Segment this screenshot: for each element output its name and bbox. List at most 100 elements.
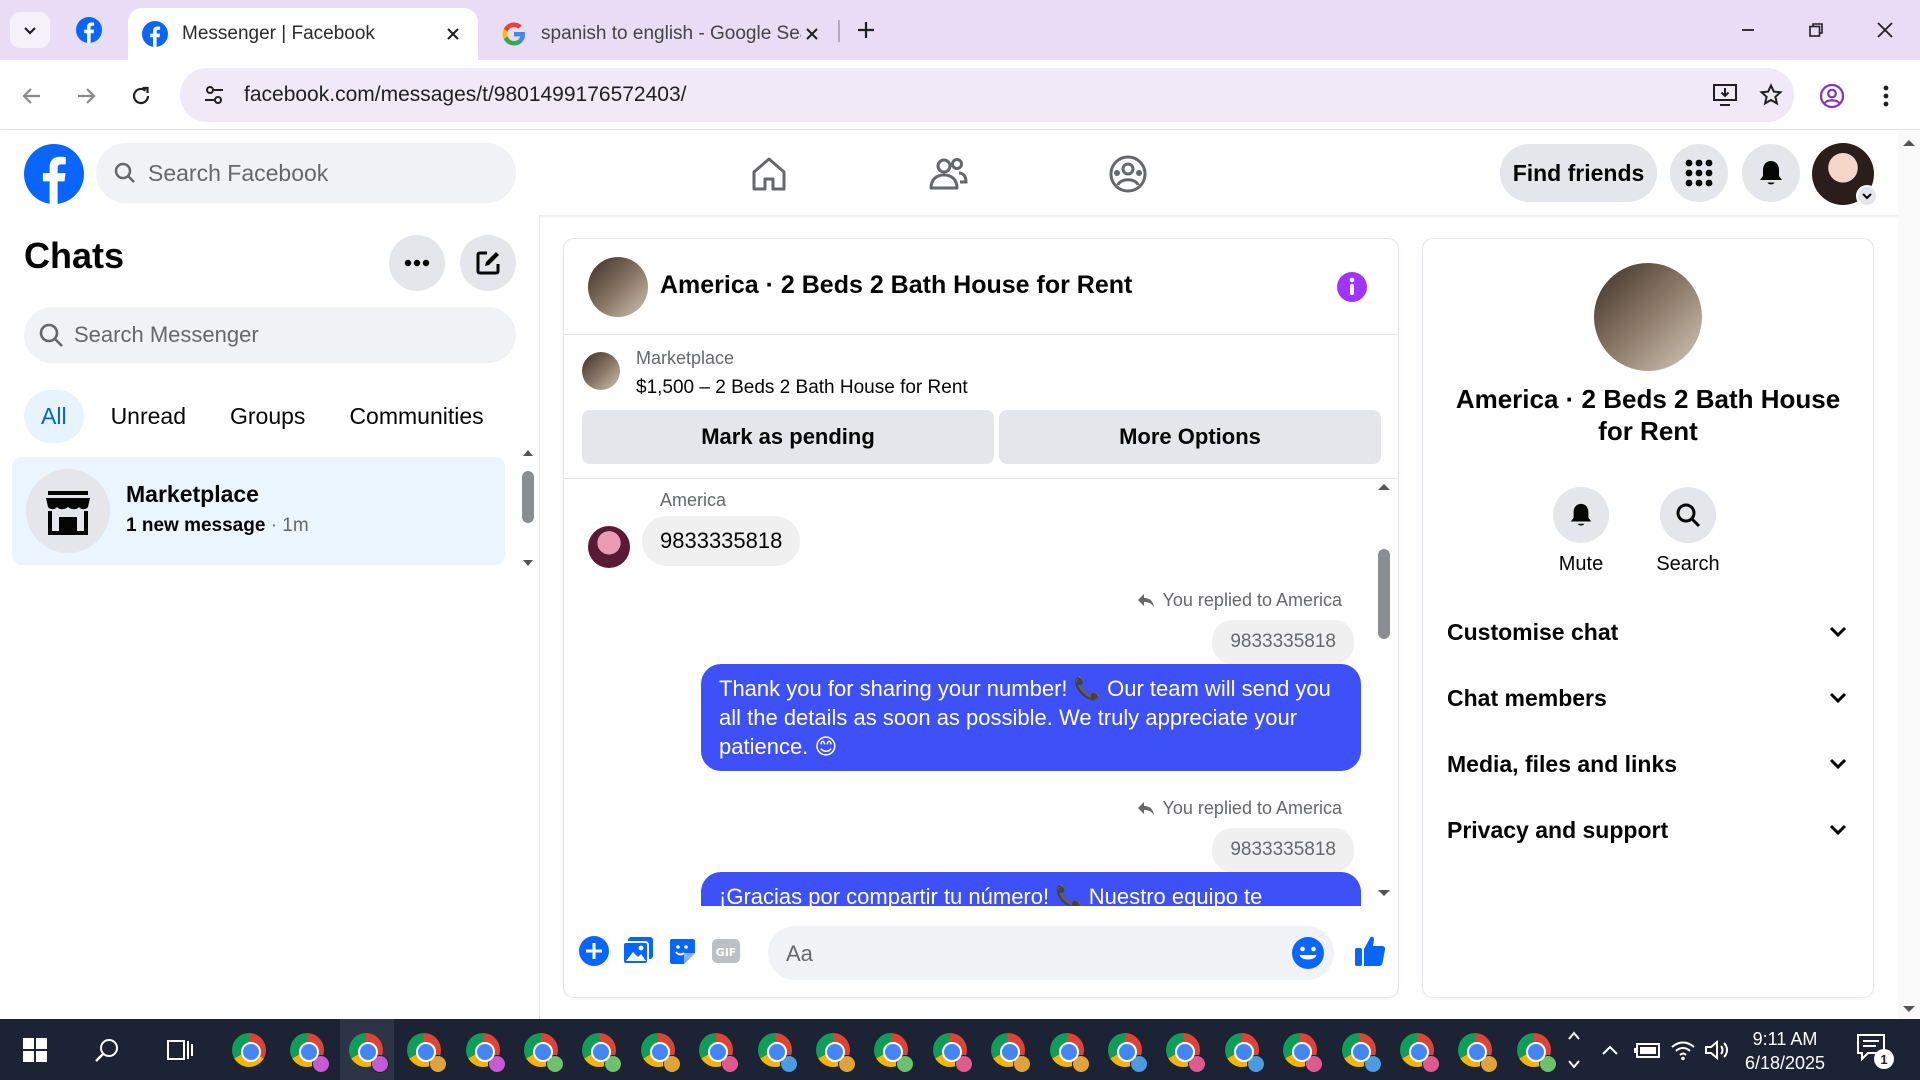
mute-button[interactable] [1553,487,1609,543]
new-tab-button[interactable] [850,14,882,46]
quoted-message[interactable]: 9833335818 [1212,620,1354,664]
mute-action[interactable]: Mute [1536,487,1626,576]
tab-search-button[interactable] [10,12,50,48]
emoji-icon[interactable] [1290,935,1326,971]
taskbar-chrome-window[interactable] [343,1027,389,1073]
site-info-button[interactable] [188,75,240,115]
message-input[interactable]: Aa [768,926,1334,980]
taskbar-chrome-window[interactable] [693,1027,739,1073]
filter-groups[interactable]: Groups [213,390,322,443]
taskbar-chrome-window[interactable] [810,1027,856,1073]
section-media-files-links[interactable]: Media, files and links [1447,742,1847,786]
filter-communities[interactable]: Communities [332,390,500,443]
volume-control[interactable] [1704,1019,1730,1080]
scroll-thumb[interactable] [522,471,534,523]
outgoing-message[interactable]: ¡Gracias por compartir tu número! 📞 Nues… [701,872,1361,906]
start-button[interactable] [12,1027,58,1073]
taskbar-chrome-window[interactable] [1452,1027,1498,1073]
show-hidden-icons-button[interactable] [1600,1019,1620,1080]
battery-status[interactable] [1634,1019,1662,1080]
taskbar-chrome-window[interactable] [752,1027,798,1073]
attach-photo-button[interactable] [620,933,656,969]
account-avatar[interactable] [1812,143,1878,207]
taskbar-chrome-window[interactable] [1102,1027,1148,1073]
nav-groups[interactable] [1098,149,1158,199]
taskbar-chrome-window[interactable] [1219,1027,1265,1073]
taskbar-chrome-window[interactable] [284,1027,330,1073]
taskbar-chrome-window[interactable] [518,1027,564,1073]
profile-button[interactable] [1812,76,1852,116]
notification-center-button[interactable]: 1 [1856,1033,1894,1069]
notifications-button[interactable] [1742,144,1800,202]
menu-button[interactable] [1670,144,1728,202]
section-privacy-support[interactable]: Privacy and support [1447,808,1847,852]
system-clock[interactable]: 9:11 AM 6/18/2025 [1730,1027,1840,1075]
find-friends-button[interactable]: Find friends [1500,144,1657,202]
minimize-button[interactable] [1723,10,1773,50]
new-message-button[interactable] [460,235,516,291]
taskbar-chrome-window[interactable] [401,1027,447,1073]
taskbar-chrome-window[interactable] [1336,1027,1382,1073]
nav-home[interactable] [739,149,799,199]
install-app-button[interactable] [1702,75,1748,115]
taskbar-chrome-window[interactable] [1160,1027,1206,1073]
back-button[interactable] [12,76,52,116]
nav-friends[interactable] [918,149,978,199]
taskbar-overflow-scroll[interactable] [1566,1019,1582,1080]
sticker-button[interactable] [664,933,700,969]
section-customise-chat[interactable]: Customise chat [1447,610,1847,654]
incoming-message[interactable]: 9833335818 [642,516,801,566]
outgoing-message[interactable]: Thank you for sharing your number! 📞 Our… [701,664,1361,771]
bookmark-button[interactable] [1748,75,1794,115]
search-action[interactable]: Search [1643,487,1733,576]
more-actions-button[interactable] [576,933,612,969]
conversation-title[interactable]: America · 2 Beds 2 Bath House for Rent [660,271,1132,300]
task-view-button[interactable] [156,1027,202,1073]
taskbar-search-button[interactable] [84,1027,130,1073]
listing-thumbnail[interactable] [582,352,620,390]
chat-options-button[interactable] [389,235,445,291]
browser-menu-button[interactable] [1866,76,1906,116]
page-scrollbar[interactable] [1898,131,1920,1019]
like-button[interactable] [1350,931,1390,971]
address-bar[interactable]: facebook.com/messages/t/9801499176572403… [180,68,1794,122]
network-status[interactable] [1670,1019,1696,1080]
mark-as-pending-button[interactable]: Mark as pending [582,410,994,464]
message-scrollbar[interactable] [1374,484,1394,905]
taskbar-chrome-window[interactable] [226,1027,272,1073]
search-in-chat-button[interactable] [1660,487,1716,543]
taskbar-chrome-window[interactable] [927,1027,973,1073]
conversation-avatar[interactable] [588,257,648,317]
filter-all[interactable]: All [24,390,84,443]
taskbar-chrome-window[interactable] [1511,1027,1557,1073]
restore-button[interactable] [1791,10,1841,50]
sender-avatar[interactable] [588,526,630,568]
listing-description[interactable]: $1,500 – 2 Beds 2 Bath House for Rent [636,377,968,399]
tab-google-search[interactable]: spanish to english - Google Sea [487,8,837,60]
gif-button[interactable]: GIF [708,933,744,969]
chat-info-avatar[interactable] [1594,263,1702,371]
taskbar-chrome-window[interactable] [635,1027,681,1073]
tab-messenger[interactable]: Messenger | Facebook [128,8,478,60]
filter-unread[interactable]: Unread [94,390,203,443]
info-icon[interactable] [1336,271,1368,303]
taskbar-chrome-window[interactable] [1044,1027,1090,1073]
section-chat-members[interactable]: Chat members [1447,676,1847,720]
facebook-logo-icon[interactable] [24,144,84,204]
quoted-message[interactable]: 9833335818 [1212,828,1354,872]
chat-list-scrollbar[interactable] [520,450,536,566]
tab-close-button[interactable] [801,23,823,45]
scroll-thumb[interactable] [1378,549,1390,639]
taskbar-chrome-window[interactable] [868,1027,914,1073]
taskbar-chrome-window[interactable] [1277,1027,1323,1073]
tab-close-button[interactable] [442,23,464,45]
more-options-button[interactable]: More Options [999,410,1381,464]
pinned-tab-facebook[interactable] [66,12,112,48]
chat-item-marketplace[interactable]: Marketplace 1 new message · 1m [12,457,505,565]
close-window-button[interactable] [1860,10,1910,50]
reload-button[interactable] [121,76,161,116]
search-messenger-input[interactable]: Search Messenger [24,307,516,363]
taskbar-chrome-window[interactable] [1394,1027,1440,1073]
taskbar-chrome-window[interactable] [576,1027,622,1073]
taskbar-chrome-window[interactable] [985,1027,1031,1073]
